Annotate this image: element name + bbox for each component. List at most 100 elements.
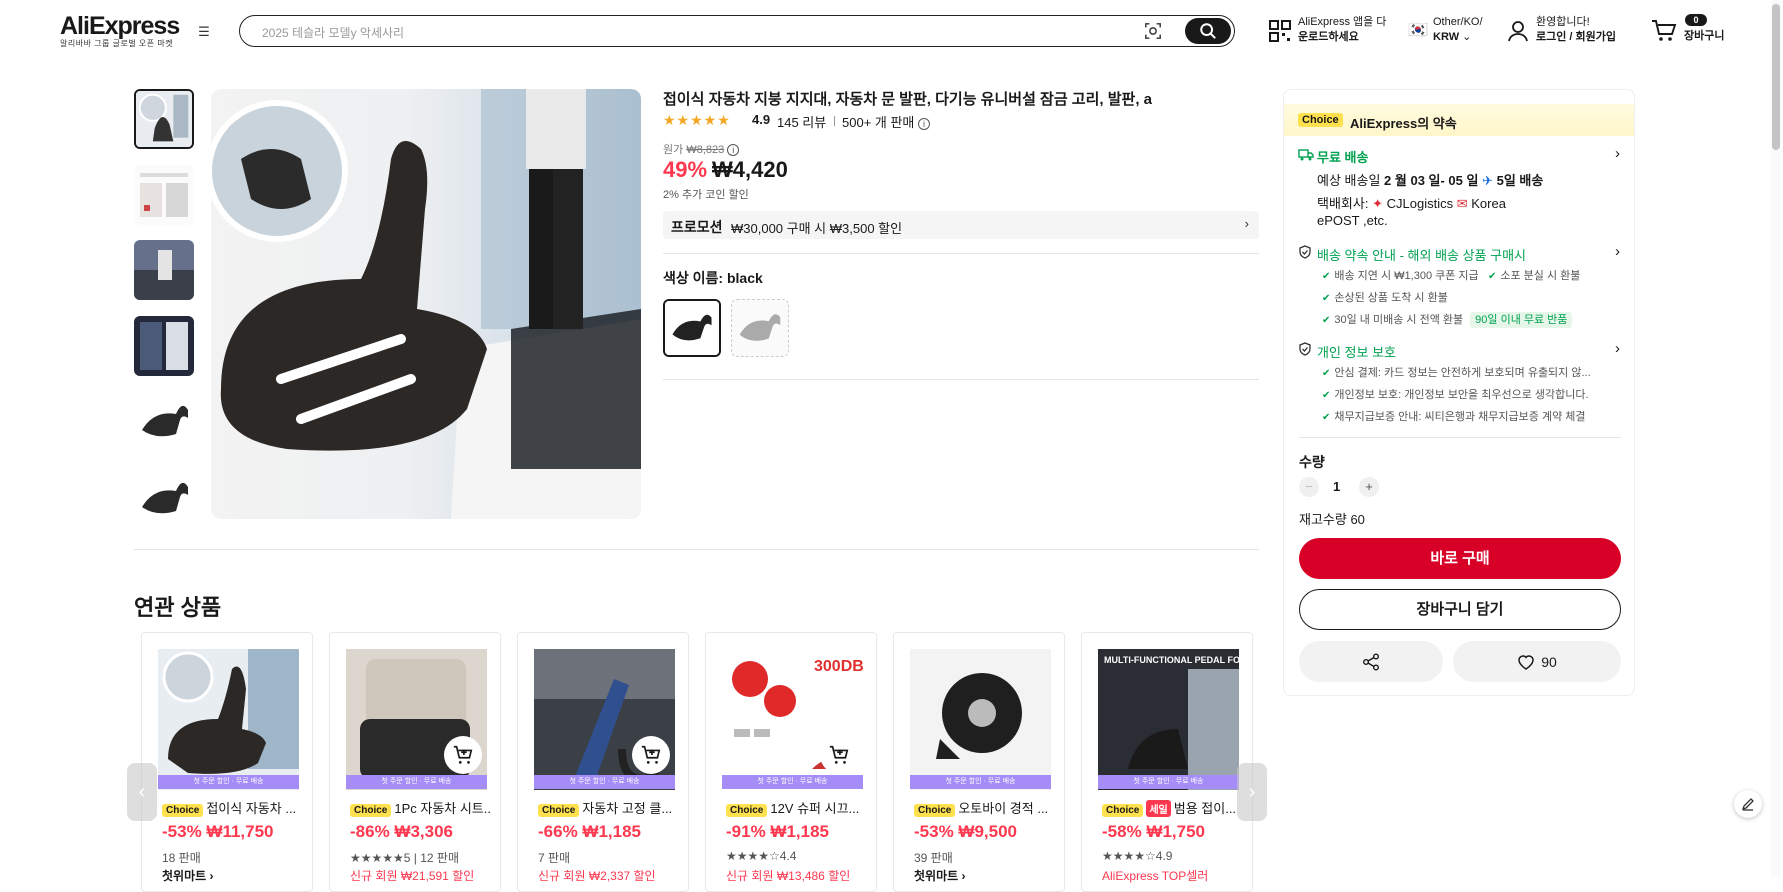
- thumbnail-4[interactable]: [134, 316, 194, 376]
- card-title-text: 1Pc 자동차 시트...: [394, 801, 490, 816]
- promotion-text: ₩30,000 구매 시 ₩3,500 할인: [731, 221, 903, 236]
- card-coupon: 신규 회원 ₩21,591 할인: [350, 869, 475, 883]
- image-search-icon[interactable]: [1144, 22, 1162, 40]
- add-to-cart-icon[interactable]: [444, 736, 482, 774]
- card-price: -53% ₩9,500: [914, 822, 1017, 841]
- check-icon: ✔: [1322, 293, 1331, 304]
- account-link[interactable]: 환영합니다! 로그인 / 회원가입: [1536, 15, 1616, 45]
- app-download-line1: AliExpress 앱을 다: [1298, 16, 1387, 28]
- choice-badge: Choice: [162, 804, 204, 817]
- card-coupon: 신규 회원 ₩2,337 할인: [538, 869, 656, 883]
- card-title: Choice 세일 범용 접이...: [1102, 798, 1242, 817]
- card-seller-badge: AliExpress TOP셀러: [1102, 869, 1209, 883]
- qr-code-icon[interactable]: [1268, 19, 1292, 43]
- card-store[interactable]: 첫위마트 ›: [914, 867, 1056, 884]
- product-photo: [211, 89, 641, 519]
- rating-stars: ★★★★★: [663, 112, 731, 128]
- promo-band: 첫 주문 할인 · 무료 배송: [346, 775, 487, 789]
- search-bar[interactable]: 2025 테슬라 모델y 악세사리: [239, 15, 1235, 47]
- add-to-cart-button[interactable]: 장바구니 담기: [1299, 589, 1621, 630]
- region-selector[interactable]: Other/KO/KRW ⌄: [1433, 15, 1483, 45]
- carousel-prev-button[interactable]: ‹: [127, 763, 157, 821]
- add-to-cart-icon[interactable]: [820, 736, 858, 774]
- quantity-minus-button[interactable]: −: [1299, 477, 1319, 497]
- privacy-text: 안심 결제: 카드 정보는 안전하게 보호되며 유출되지 않...: [1334, 367, 1591, 379]
- info-icon[interactable]: i: [727, 144, 740, 157]
- card-title: Choice 오토바이 경적 ...: [914, 798, 1054, 817]
- scrollbar-thumb[interactable]: [1772, 4, 1780, 150]
- wishlist-button[interactable]: 90: [1453, 641, 1621, 682]
- shield-icon: [1299, 245, 1311, 259]
- color-swatch-gray[interactable]: [731, 299, 789, 357]
- delivery-date: 2 월 03 일- 05 일: [1384, 173, 1479, 188]
- promotion-tag: 프로모션: [671, 219, 723, 235]
- choice-badge: Choice: [914, 804, 956, 817]
- thumbnail-2[interactable]: [134, 165, 194, 225]
- feedback-button[interactable]: [1734, 790, 1762, 818]
- color-label: 색상 이름: black: [663, 270, 763, 286]
- user-icon[interactable]: [1506, 19, 1530, 43]
- chevron-right-icon[interactable]: ›: [1615, 145, 1620, 162]
- promo-band: 첫 주문 할인 · 무료 배송: [910, 775, 1051, 789]
- chevron-right-icon[interactable]: ›: [1615, 340, 1620, 357]
- related-card[interactable]: MULTI-FUNCTIONAL PEDAL FOR CARS 첫 주문 할인 …: [1081, 632, 1253, 892]
- delivery-prefix: 예상 배송일: [1317, 173, 1381, 188]
- thumbnail-3[interactable]: [134, 240, 194, 300]
- related-card[interactable]: 첫 주문 할인 · 무료 배송 Choice 접이식 자동차 ... -53% ₩…: [141, 632, 313, 892]
- divider: [134, 549, 1259, 550]
- carousel-next-button[interactable]: ›: [1237, 763, 1267, 821]
- product-image-text: MULTI-FUNCTIONAL PEDAL FOR CARS: [1104, 655, 1239, 665]
- add-to-cart-icon[interactable]: [632, 736, 670, 774]
- related-card[interactable]: 첫 주문 할인 · 무료 배송 Choice 자동차 고정 클... -66% ₩…: [517, 632, 689, 892]
- product-title: 접이식 자동차 지붕 지지대, 자동차 문 발판, 다기능 유니버설 잠금 고리…: [663, 91, 1153, 108]
- delivery-estimate: 예상 배송일 2 월 03 일- 05 일 ✈ 5일 배송: [1317, 170, 1543, 189]
- related-card[interactable]: 300DB 첫 주문 할인 · 무료 배송 Choice 12V 슈퍼 시끄...…: [705, 632, 877, 892]
- welcome-text: 환영합니다!: [1536, 16, 1590, 28]
- related-card[interactable]: 첫 주문 할인 · 무료 배송 Choice 1Pc 자동차 시트... -86%…: [329, 632, 501, 892]
- quantity-plus-button[interactable]: +: [1359, 477, 1379, 497]
- search-button[interactable]: [1185, 18, 1231, 44]
- thumbnail-5[interactable]: [134, 392, 194, 452]
- card-title-text: 자동차 고정 클...: [582, 801, 673, 816]
- privacy-text: 개인정보 보호: 개인정보 보안을 최우선으로 생각합니다.: [1334, 389, 1589, 401]
- buy-now-button[interactable]: 바로 구매: [1299, 538, 1621, 579]
- discount-percent: 49%: [663, 157, 708, 182]
- privacy-title[interactable]: 개인 정보 보호: [1317, 342, 1396, 361]
- card-store[interactable]: 첫위마트 ›: [162, 867, 304, 884]
- card-title: Choice 1Pc 자동차 시트...: [350, 798, 490, 817]
- reviews-link[interactable]: 145 리뷰: [777, 112, 826, 131]
- share-button[interactable]: [1299, 641, 1443, 682]
- promotion-banner[interactable]: 프로모션 ₩30,000 구매 시 ₩3,500 할인 ›: [663, 211, 1259, 239]
- currency-label: KRW: [1433, 31, 1460, 43]
- info-icon[interactable]: i: [918, 117, 931, 130]
- guarantee-item: ✔ 손상된 상품 도착 시 환불: [1322, 289, 1448, 305]
- related-card[interactable]: 첫 주문 할인 · 무료 배송 Choice 오토바이 경적 ... -53% ₩…: [893, 632, 1065, 892]
- divider: [1299, 437, 1621, 438]
- menu-icon[interactable]: ☰: [196, 24, 212, 40]
- card-price: -86% ₩3,306: [350, 822, 453, 841]
- chevron-right-icon[interactable]: ›: [1615, 243, 1620, 260]
- thumbnail-6[interactable]: [134, 467, 194, 527]
- aliexpress-logo[interactable]: AliExpress: [60, 12, 180, 41]
- card-title: Choice 자동차 고정 클...: [538, 798, 678, 817]
- choice-badge: Choice: [1102, 804, 1144, 817]
- cart-icon[interactable]: [1651, 19, 1677, 43]
- card-price: -91% ₩1,185: [726, 822, 829, 841]
- app-download-link[interactable]: AliExpress 앱을 다 운로드하세요: [1298, 15, 1386, 45]
- promo-band: 첫 주문 할인 · 무료 배송: [722, 775, 863, 789]
- logo-subtitle: 알리바바 그룹 글로벌 오픈 마켓: [60, 39, 174, 48]
- coin-discount: 2% 추가 코인 할인: [663, 189, 749, 201]
- card-title-text: 오토바이 경적 ...: [958, 801, 1049, 816]
- quantity-value[interactable]: 1: [1333, 479, 1340, 494]
- cart-label[interactable]: 장바구니: [1684, 29, 1724, 44]
- free-shipping-label[interactable]: 무료 배송: [1317, 147, 1368, 166]
- search-input[interactable]: 2025 테슬라 모델y 악세사리: [262, 24, 404, 41]
- delivery-guarantee-title[interactable]: 배송 약속 안내 - 해외 배송 상품 구매시: [1317, 245, 1526, 264]
- thumbnail-1[interactable]: [134, 89, 194, 149]
- main-product-image[interactable]: [211, 89, 641, 519]
- guarantee-item: ✔ 소포 분실 시 환불: [1488, 267, 1580, 283]
- color-swatch-black[interactable]: [663, 299, 721, 357]
- card-rating: ★★★★☆4.9: [1102, 849, 1173, 863]
- carrier-label: 택배회사:: [1317, 196, 1369, 211]
- choice-badge: Choice: [350, 804, 392, 817]
